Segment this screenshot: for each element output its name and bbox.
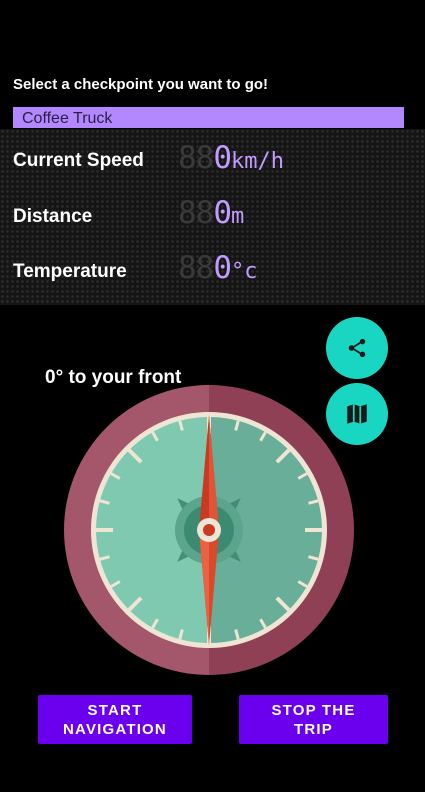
distance-unit: m [231, 204, 245, 229]
speed-unit: km/h [231, 149, 284, 174]
distance-label: Distance [13, 206, 93, 227]
checkpoint-prompt: Select a checkpoint you want to go! [13, 76, 269, 93]
stats-panel: Current Speed 880km/h Distance 880m Temp… [0, 129, 425, 305]
current-speed-display: 880km/h [178, 143, 284, 174]
temperature-value: 0 [213, 250, 232, 286]
checkpoint-selector[interactable]: Coffee Truck [13, 107, 404, 128]
distance-value: 0 [213, 195, 232, 231]
stop-trip-button[interactable]: STOP THE TRIP [239, 695, 388, 744]
start-navigation-button[interactable]: START NAVIGATION [38, 695, 192, 744]
temperature-unit: °c [231, 259, 258, 284]
temperature-ghost-digits: 88 [178, 250, 214, 286]
temperature-label: Temperature [13, 261, 127, 282]
distance-display: 880m [178, 198, 244, 229]
temperature-display: 880°c [178, 253, 258, 284]
distance-ghost-digits: 88 [178, 195, 214, 231]
share-button[interactable] [326, 317, 388, 379]
share-icon [348, 338, 366, 358]
compass-dial [64, 385, 354, 675]
current-speed-label: Current Speed [13, 150, 144, 171]
speed-value: 0 [213, 140, 232, 176]
speed-ghost-digits: 88 [178, 140, 214, 176]
compass-pivot-center [203, 524, 215, 536]
